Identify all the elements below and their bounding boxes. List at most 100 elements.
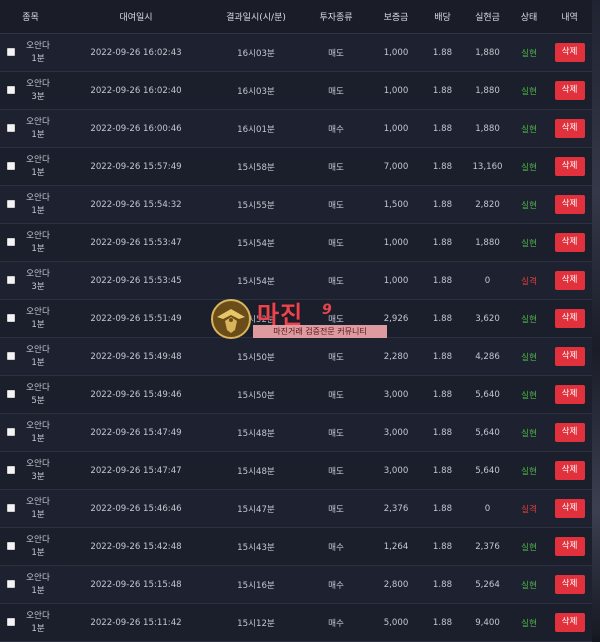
odds-cell: 1.88 bbox=[421, 185, 464, 224]
stake-cell: 1,000 bbox=[371, 109, 421, 148]
payout-cell: 5,640 bbox=[464, 375, 511, 414]
row-select-cell bbox=[0, 413, 20, 452]
odds-cell: 1.88 bbox=[421, 71, 464, 110]
row-select-cell bbox=[0, 375, 20, 414]
row-select-checkbox[interactable] bbox=[7, 276, 15, 284]
delete-button[interactable]: 삭제 bbox=[554, 423, 585, 442]
action-cell: 삭제 bbox=[547, 527, 592, 566]
delete-button[interactable]: 삭제 bbox=[554, 233, 585, 252]
delete-button[interactable]: 삭제 bbox=[554, 81, 585, 100]
delete-button[interactable]: 삭제 bbox=[554, 575, 585, 594]
action-cell: 삭제 bbox=[547, 451, 592, 490]
delete-button[interactable]: 삭제 bbox=[554, 385, 585, 404]
action-cell: 삭제 bbox=[547, 603, 592, 642]
delete-button[interactable]: 삭제 bbox=[554, 309, 585, 328]
delete-button[interactable]: 삭제 bbox=[554, 157, 585, 176]
bet-time-cell: 2022-09-26 16:02:40 bbox=[61, 71, 211, 110]
type-cell: 매도 bbox=[301, 223, 371, 262]
action-cell: 삭제 bbox=[547, 109, 592, 148]
odds-cell: 1.88 bbox=[421, 603, 464, 642]
stake-cell: 7,000 bbox=[371, 147, 421, 186]
row-select-checkbox[interactable] bbox=[7, 124, 15, 132]
game-cell: 오안다 3분 bbox=[20, 261, 61, 300]
game-name: 오안다 bbox=[26, 420, 50, 431]
type-cell: 매도 bbox=[301, 71, 371, 110]
table-row: 오안다 3분 2022-09-26 16:02:40 16시03분 매도 1,000 1.8… bbox=[0, 71, 592, 110]
type-cell: 매도 bbox=[301, 375, 371, 414]
delete-button[interactable]: 삭제 bbox=[554, 195, 585, 214]
type-cell: 매수 bbox=[301, 527, 371, 566]
header-stake: 보증금 bbox=[371, 0, 421, 34]
type-cell: 매수 bbox=[301, 603, 371, 642]
header-odds: 배당 bbox=[421, 0, 464, 34]
game-cell: 오안다 5분 bbox=[20, 375, 61, 414]
delete-button[interactable]: 삭제 bbox=[554, 347, 585, 366]
action-cell: 삭제 bbox=[547, 223, 592, 262]
row-select-checkbox[interactable] bbox=[7, 428, 15, 436]
status-badge: 실현 bbox=[511, 109, 547, 148]
delete-button[interactable]: 삭제 bbox=[554, 613, 585, 632]
game-name: 오안다 bbox=[26, 40, 50, 51]
row-select-cell bbox=[0, 147, 20, 186]
row-select-checkbox[interactable] bbox=[7, 162, 15, 170]
row-select-checkbox[interactable] bbox=[7, 618, 15, 626]
row-select-checkbox[interactable] bbox=[7, 504, 15, 512]
table-header-row: 종목 대여일시 결과일시(시/분) 투자종류 보증금 배당 실현금 상태 내역 bbox=[0, 0, 592, 34]
result-time-cell: 15시50분 bbox=[211, 337, 301, 376]
row-select-checkbox[interactable] bbox=[7, 466, 15, 474]
action-cell: 삭제 bbox=[547, 489, 592, 528]
bet-time-cell: 2022-09-26 16:02:43 bbox=[61, 33, 211, 72]
payout-cell: 5,640 bbox=[464, 413, 511, 452]
stake-cell: 1,264 bbox=[371, 527, 421, 566]
delete-button[interactable]: 삭제 bbox=[554, 271, 585, 290]
row-select-checkbox[interactable] bbox=[7, 314, 15, 322]
delete-button[interactable]: 삭제 bbox=[554, 537, 585, 556]
odds-cell: 1.88 bbox=[421, 299, 464, 338]
stake-cell: 1,500 bbox=[371, 185, 421, 224]
bet-time-cell: 2022-09-26 15:47:49 bbox=[61, 413, 211, 452]
table-row: 오안다 1분 2022-09-26 15:15:48 15시16분 매수 2,800 1.8… bbox=[0, 565, 592, 604]
bet-time-cell: 2022-09-26 15:54:32 bbox=[61, 185, 211, 224]
row-select-checkbox[interactable] bbox=[7, 238, 15, 246]
row-select-checkbox[interactable] bbox=[7, 352, 15, 360]
payout-cell: 1,880 bbox=[464, 71, 511, 110]
status-badge: 실격 bbox=[511, 489, 547, 528]
type-cell: 매도 bbox=[301, 147, 371, 186]
stake-cell: 1,000 bbox=[371, 33, 421, 72]
row-select-checkbox[interactable] bbox=[7, 580, 15, 588]
right-edge-decoration bbox=[592, 0, 600, 637]
odds-cell: 1.88 bbox=[421, 565, 464, 604]
delete-button[interactable]: 삭제 bbox=[554, 499, 585, 518]
game-interval: 3분 bbox=[31, 91, 45, 102]
row-select-cell bbox=[0, 451, 20, 490]
type-cell: 매도 bbox=[301, 413, 371, 452]
type-cell: 매수 bbox=[301, 109, 371, 148]
delete-button[interactable]: 삭제 bbox=[554, 461, 585, 480]
type-cell: 매도 bbox=[301, 261, 371, 300]
stake-cell: 1,000 bbox=[371, 71, 421, 110]
delete-button[interactable]: 삭제 bbox=[554, 119, 585, 138]
row-select-checkbox[interactable] bbox=[7, 86, 15, 94]
action-cell: 삭제 bbox=[547, 565, 592, 604]
row-select-checkbox[interactable] bbox=[7, 200, 15, 208]
stake-cell: 3,000 bbox=[371, 413, 421, 452]
delete-button[interactable]: 삭제 bbox=[554, 43, 585, 62]
bet-time-cell: 2022-09-26 15:53:47 bbox=[61, 223, 211, 262]
table-row: 오안다 1분 2022-09-26 15:47:49 15시48분 매도 3,000 1.8… bbox=[0, 413, 592, 452]
payout-cell: 4,286 bbox=[464, 337, 511, 376]
payout-cell: 13,160 bbox=[464, 147, 511, 186]
row-select-cell bbox=[0, 337, 20, 376]
table-row: 오안다 1분 2022-09-26 15:49:48 15시50분 매도 2,280 1.8… bbox=[0, 337, 592, 376]
row-select-checkbox[interactable] bbox=[7, 542, 15, 550]
table-row: 오안다 1분 2022-09-26 16:02:43 16시03분 매도 1,000 1.8… bbox=[0, 33, 592, 72]
table-row: 오안다 1분 2022-09-26 15:57:49 15시58분 매도 7,000 1.8… bbox=[0, 147, 592, 186]
row-select-checkbox[interactable] bbox=[7, 390, 15, 398]
row-select-cell bbox=[0, 109, 20, 148]
row-select-checkbox[interactable] bbox=[7, 48, 15, 56]
game-name: 오안다 bbox=[26, 268, 50, 279]
game-cell: 오안다 3분 bbox=[20, 451, 61, 490]
result-time-cell: 15시47분 bbox=[211, 489, 301, 528]
table-row: 오안다 1분 2022-09-26 15:42:48 15시43분 매수 1,264 1.8… bbox=[0, 527, 592, 566]
bet-time-cell: 2022-09-26 16:00:46 bbox=[61, 109, 211, 148]
game-name: 오안다 bbox=[26, 534, 50, 545]
